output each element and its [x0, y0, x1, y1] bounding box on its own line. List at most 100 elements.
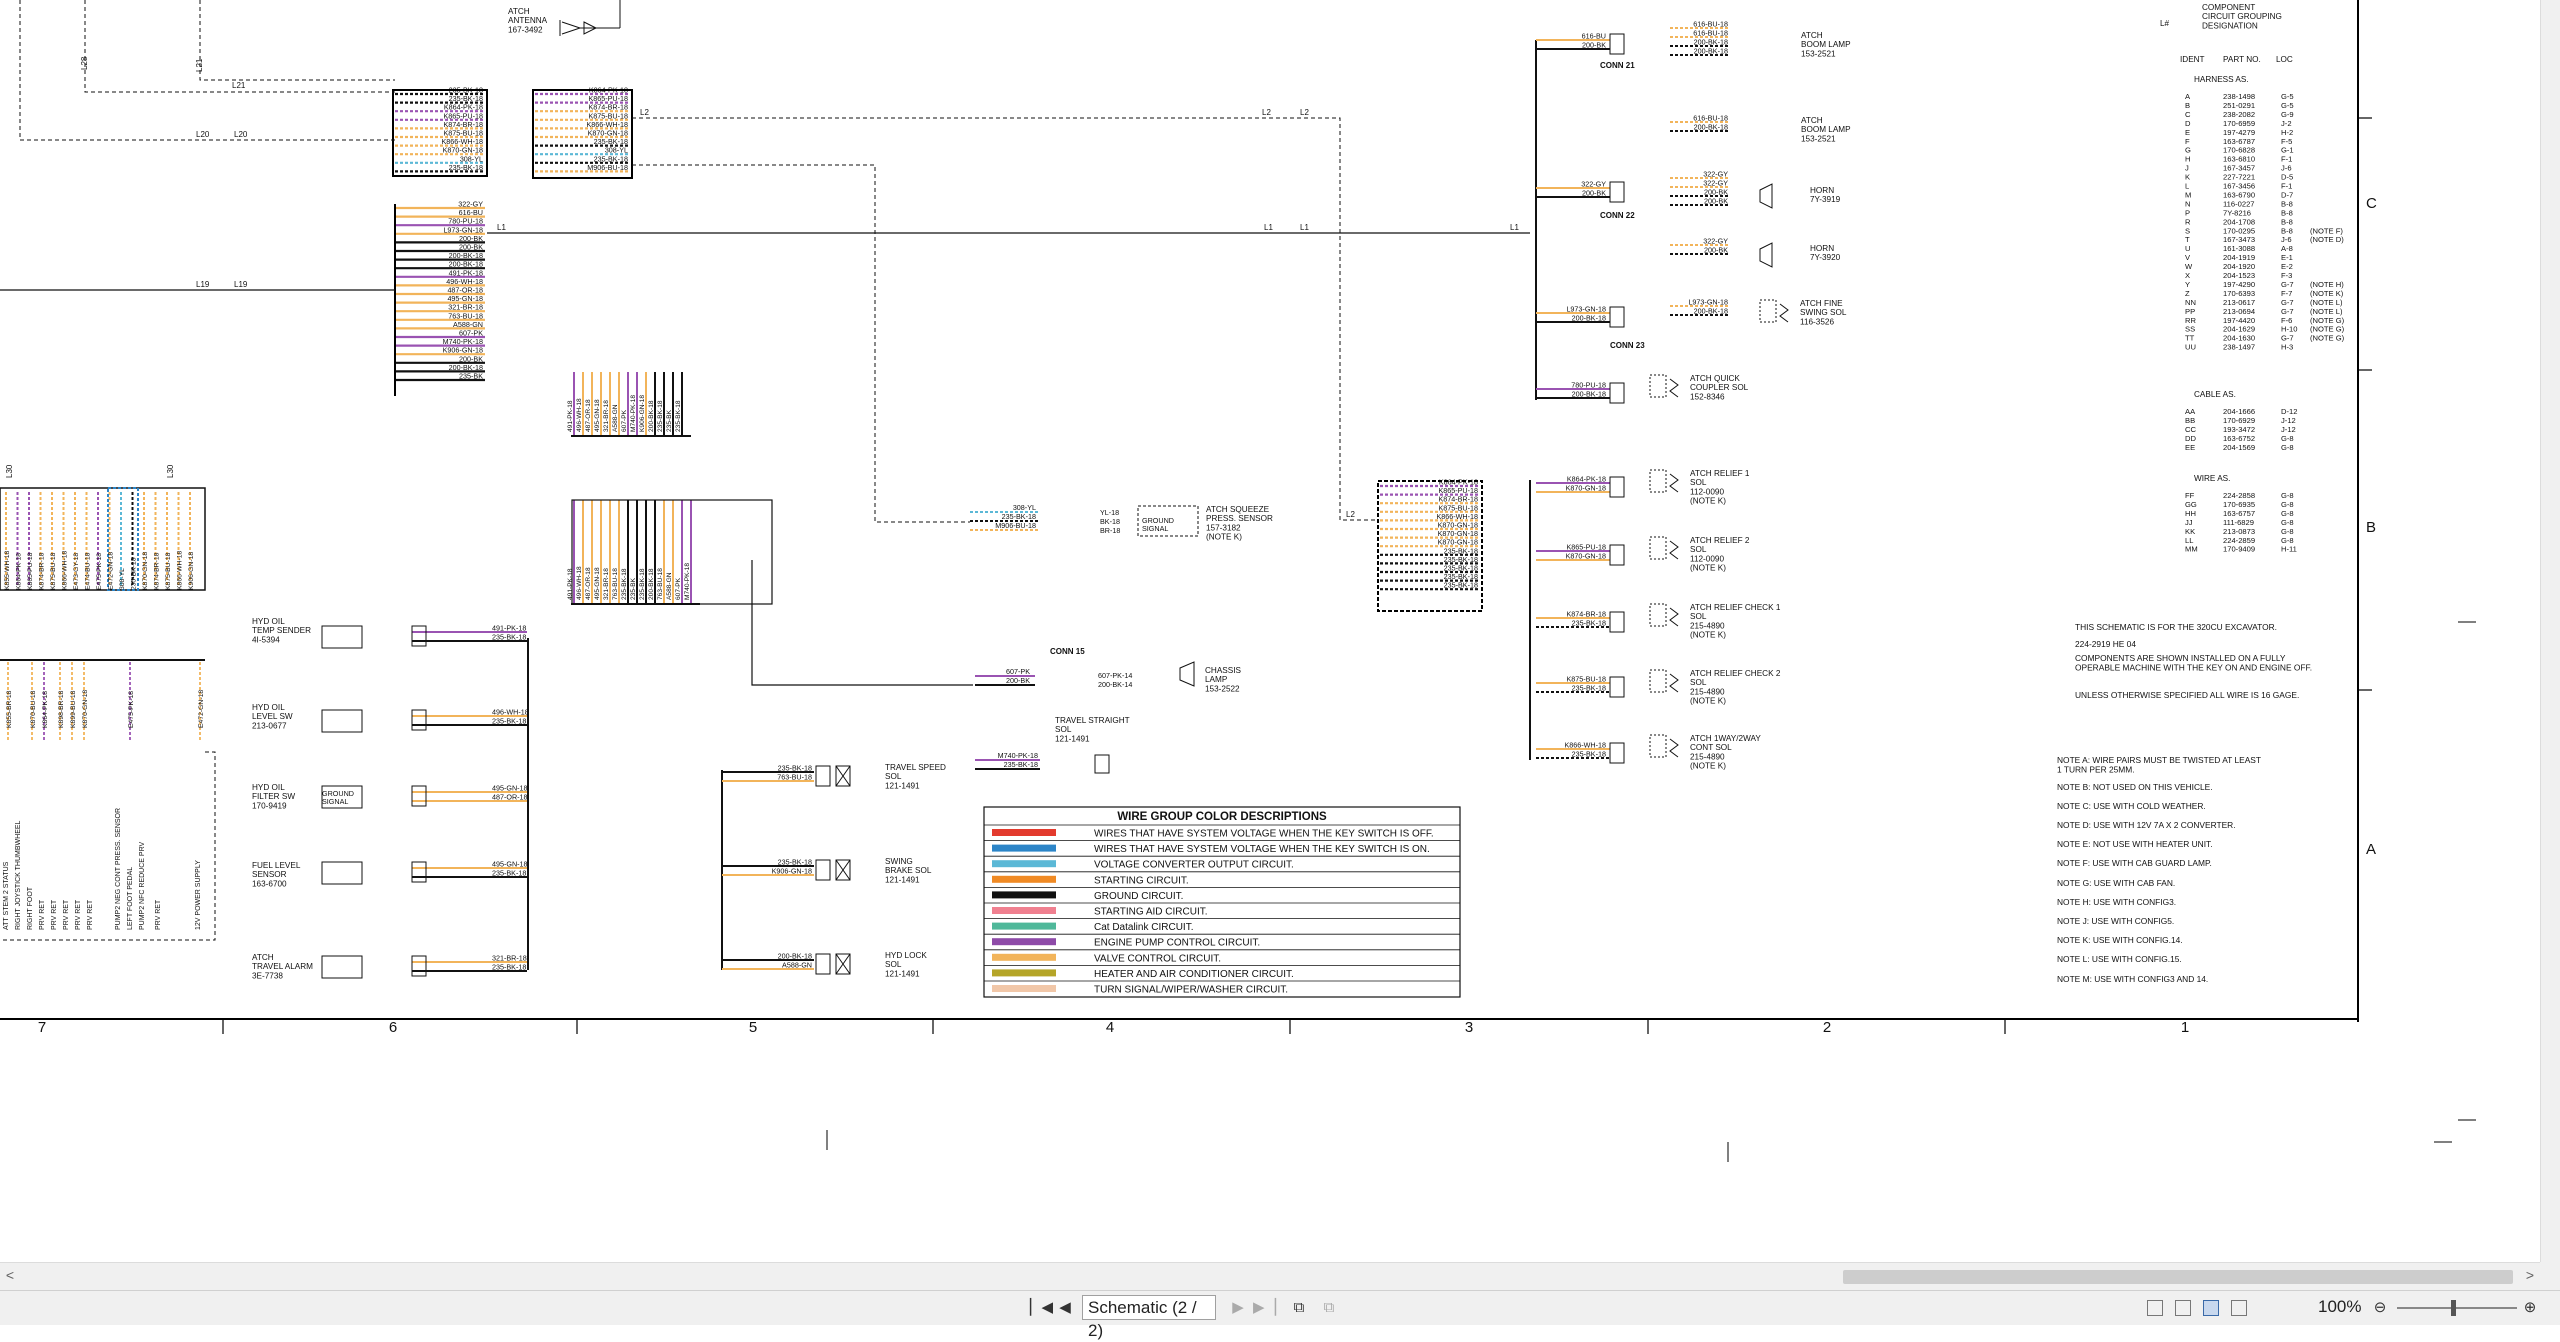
wire-label: 235-BK [666, 409, 673, 432]
schematic-label: 215-4890 [1690, 752, 1725, 761]
schematic-info: THIS SCHEMATIC IS FOR THE 320CU EXCAVATO… [2075, 622, 2277, 632]
fit-width-icon[interactable] [2231, 1300, 2247, 1316]
schematic-label: 238-1497 [2223, 343, 2255, 352]
schematic-label: SIGNAL [1142, 524, 1168, 533]
scroll-left-arrow[interactable]: < [0, 1267, 20, 1283]
hyd-lock-label: HYD LOCK [885, 951, 927, 960]
schematic-label: 251-0291 [2223, 101, 2255, 110]
wire-label: 308-YL [1013, 503, 1036, 512]
zoom-in-icon[interactable]: ⊕ [2520, 1297, 2540, 1319]
hyd-temp-label: TEMP SENDER [252, 626, 311, 635]
wire-label: K866-WH-18 [1564, 741, 1606, 750]
relief-check-2-solenoid: ATCH RELIEF CHECK 2SOL215-4890(NOTE K) [1649, 669, 1781, 706]
page-select[interactable]: Schematic (2 / 2) [1082, 1295, 1216, 1340]
scroll-right-arrow[interactable]: > [2520, 1267, 2540, 1283]
schematic-label: CONN 15 [1050, 647, 1085, 656]
next-page-icon[interactable]: ▶ [1228, 1297, 1248, 1319]
wire-label: YL-18 [1100, 508, 1119, 517]
wire-label: 496-WH-18 [492, 708, 529, 717]
note-line: NOTE H: USE WITH CONFIG3. [2057, 897, 2176, 907]
wire-label: 616-BU-18 [1693, 114, 1728, 123]
parts-table: IDENT PART NO. LOC HARNESS AS.A 238-1498 G-5 B… [2180, 55, 2345, 554]
legend-item-label: WIRES THAT HAVE SYSTEM VOLTAGE WHEN THE … [1094, 844, 1430, 855]
wire-label: 322-GY [1703, 179, 1728, 188]
schematic-label: 163-6757 [2223, 509, 2255, 518]
grid-column-label: 3 [1465, 1019, 1473, 1036]
schematic-label: SWING SOL [1800, 308, 1847, 317]
wire-label: 200-BK-18 [1572, 314, 1606, 323]
single-page-view-icon[interactable] [2147, 1300, 2163, 1316]
oneway-cont-solenoid: ATCH 1WAY/2WAYCONT SOL215-4890(NOTE K) [1649, 734, 1761, 771]
first-page-icon[interactable]: ▏◀ [1030, 1297, 1053, 1319]
schematic-label: K [2185, 173, 2190, 182]
schematic-label: L2 [1346, 510, 1355, 519]
wire-label: K864-PK-18 [42, 691, 49, 728]
legend-swatch [992, 922, 1056, 930]
grid-column-label: 6 [389, 1019, 397, 1036]
schematic-label: (NOTE L) [2310, 307, 2343, 316]
wire-label: PRV RET [155, 899, 162, 930]
schematic-doc-number: 224-2919 HE 04 [2075, 639, 2136, 649]
zoom-slider-thumb[interactable] [2451, 1300, 2456, 1316]
schematic-label: 193-3472 [2223, 425, 2255, 434]
wire-label: 235-BK-18 [492, 717, 526, 726]
schematic-label: (NOTE K) [1690, 697, 1726, 706]
schematic-label: B [2185, 101, 2190, 110]
schematic-label: 163-6787 [2223, 137, 2255, 146]
legend-item-label: VALVE CONTROL CIRCUIT. [1094, 953, 1221, 964]
schematic-label: 163-6790 [2223, 190, 2255, 199]
scrollbar-corner [2540, 1262, 2560, 1290]
paste-icon[interactable]: ⧉ [1318, 1297, 1340, 1319]
wire-label: A588-GN [666, 572, 673, 600]
legend-item-label: TURN SIGNAL/WIPER/WASHER CIRCUIT. [1094, 985, 1288, 996]
schematic-label: RR [2185, 316, 2196, 325]
wire-label: 235-BK-18 [1444, 581, 1478, 590]
fuel-level-label: SENSOR [252, 870, 287, 879]
grid-row-label: A [2366, 841, 2376, 858]
schematic-label: 204-1666 [2223, 407, 2255, 416]
schematic-label: F-3 [2281, 271, 2292, 280]
schematic-label: MM [2185, 545, 2198, 554]
continuous-view-icon[interactable] [2175, 1300, 2191, 1316]
wire-label: 200-BK-18 [1694, 123, 1728, 132]
squeeze-sensor-label: (NOTE K) [1206, 533, 1242, 542]
schematic-label: 213-0873 [2223, 527, 2255, 536]
schematic-label: B-8 [2281, 208, 2293, 217]
note-line: 1 TURN PER 25MM. [2057, 764, 2135, 774]
schematic-label: L21 [232, 81, 246, 90]
hyd-filter-label: HYD OIL [252, 783, 285, 792]
schematic-label: KK [2185, 527, 2195, 536]
horizontal-scrollbar[interactable]: < > [0, 1262, 2540, 1290]
parts-section-title: CABLE AS. [2194, 390, 2236, 399]
schematic-label: H-2 [2281, 128, 2293, 137]
schematic-label: J-6 [2281, 164, 2292, 173]
relief-check-1-solenoid: ATCH RELIEF CHECK 1SOL215-4890(NOTE K) [1649, 603, 1781, 640]
travel-speed-label: TRAVEL SPEED [885, 763, 946, 772]
schematic-label: P [2185, 208, 2190, 217]
chassis-lamp-label: LAMP [1205, 675, 1228, 684]
zoom-out-icon[interactable]: ⊖ [2370, 1297, 2390, 1319]
last-page-icon[interactable]: ▶▕ [1253, 1297, 1276, 1319]
schematic-label: UU [2185, 343, 2196, 352]
vertical-scrollbar[interactable] [2540, 0, 2560, 1262]
facing-view-icon[interactable] [2203, 1300, 2219, 1316]
schematic-label: ATCH RELIEF CHECK 2 [1690, 669, 1781, 678]
schematic-label: ATCH FINE [1800, 299, 1843, 308]
legend-swatch [992, 844, 1056, 852]
zoom-slider[interactable] [2397, 1307, 2517, 1309]
wire-label: L973-GN-18 [1688, 298, 1728, 307]
squeeze-sensor-label: 157-3182 [1206, 523, 1241, 532]
copy-icon[interactable]: ⧉ [1288, 1297, 1310, 1319]
wire-label: 200-BK [1704, 197, 1728, 206]
previous-page-icon[interactable]: ◀ [1055, 1297, 1075, 1319]
schematic-label: C [2185, 110, 2191, 119]
horizontal-scroll-thumb[interactable] [1843, 1270, 2513, 1284]
legend-swatch [992, 985, 1056, 992]
note-line: NOTE J: USE WITH CONFIG5. [2057, 916, 2174, 926]
horn-1-label: HORN [1810, 186, 1834, 195]
legend-swatch [992, 969, 1056, 977]
wire-label: K866-WH-18 [62, 550, 69, 590]
wire-label: 607-PK-14 [1098, 671, 1132, 680]
wire-label: 235-BK-18 [1002, 512, 1036, 521]
schematic-label: DD [2185, 434, 2196, 443]
